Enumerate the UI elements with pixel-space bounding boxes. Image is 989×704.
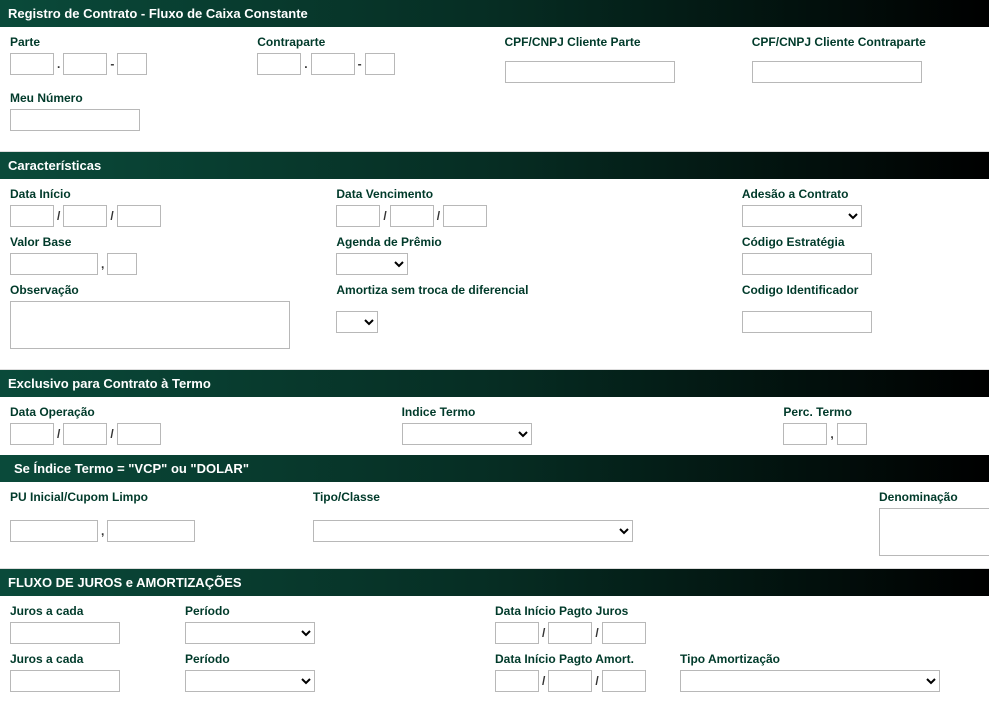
label-data-inicio: Data Início [10, 187, 316, 201]
label-perc-termo: Perc. Termo [783, 405, 979, 419]
label-codigo-estrategia: Código Estratégia [742, 235, 979, 249]
parte-p2[interactable] [63, 53, 107, 75]
section-indice-sub: PU Inicial/Cupom Limpo , Tipo/Classe Den… [0, 482, 989, 569]
data-operacao-y[interactable] [117, 423, 161, 445]
sep-comma: , [101, 257, 104, 271]
data-pagto-juros-m[interactable] [548, 622, 592, 644]
data-operacao-m[interactable] [63, 423, 107, 445]
label-contraparte: Contraparte [257, 35, 484, 49]
sep-dash: - [358, 57, 362, 71]
section-caracteristicas: Data Início / / Data Vencimento / / [0, 179, 989, 370]
label-indice-termo: Indice Termo [402, 405, 764, 419]
sep-slash: / [595, 674, 598, 688]
label-codigo-ident: Codigo Identificador [742, 283, 979, 297]
periodo-1-select[interactable] [185, 622, 315, 644]
label-valor-base: Valor Base [10, 235, 316, 249]
label-juros-cada-2: Juros a cada [10, 652, 165, 666]
sep-slash: / [57, 427, 60, 441]
sep-slash: / [110, 209, 113, 223]
header-fluxo: FLUXO DE JUROS e AMORTIZAÇÕES [0, 569, 989, 596]
codigo-estrategia-input[interactable] [742, 253, 872, 275]
juros-cada-2-input[interactable] [10, 670, 120, 692]
section-exclusivo: Data Operação / / Indice Termo Perc. Ter… [0, 397, 989, 455]
sep-slash: / [595, 626, 598, 640]
sep-dot: . [57, 57, 60, 71]
cpf-parte-input[interactable] [505, 61, 675, 83]
label-periodo-2: Período [185, 652, 475, 666]
label-pu-inicial: PU Inicial/Cupom Limpo [10, 490, 293, 504]
cpf-contraparte-input[interactable] [752, 61, 922, 83]
data-inicio-d[interactable] [10, 205, 54, 227]
section-fluxo: Juros a cada Período Data Início Pagto J… [0, 596, 989, 704]
header-exclusivo: Exclusivo para Contrato à Termo [0, 370, 989, 397]
sep-slash: / [542, 674, 545, 688]
data-venc-y[interactable] [443, 205, 487, 227]
observacao-textarea[interactable] [10, 301, 290, 349]
sep-slash: / [383, 209, 386, 223]
sep-dash: - [110, 57, 114, 71]
label-cpf-parte: CPF/CNPJ Cliente Parte [505, 35, 732, 49]
label-data-operacao: Data Operação [10, 405, 382, 419]
label-parte: Parte [10, 35, 237, 49]
data-pagto-amort-d[interactable] [495, 670, 539, 692]
meu-numero-input[interactable] [10, 109, 140, 131]
sep-slash: / [57, 209, 60, 223]
tipo-amort-select[interactable] [680, 670, 940, 692]
agenda-premio-select[interactable] [336, 253, 408, 275]
data-pagto-juros-d[interactable] [495, 622, 539, 644]
pu-inicial-int[interactable] [10, 520, 98, 542]
label-juros-cada-1: Juros a cada [10, 604, 165, 618]
sep-slash: / [542, 626, 545, 640]
pu-inicial-dec[interactable] [107, 520, 195, 542]
data-venc-m[interactable] [390, 205, 434, 227]
header-main: Registro de Contrato - Fluxo de Caixa Co… [0, 0, 989, 27]
label-data-venc: Data Vencimento [336, 187, 721, 201]
label-denominacao: Denominação [879, 490, 979, 504]
sep-comma: , [101, 524, 104, 538]
sep-dot: . [304, 57, 307, 71]
label-tipo-classe: Tipo/Classe [313, 490, 859, 504]
codigo-ident-input[interactable] [742, 311, 872, 333]
periodo-2-select[interactable] [185, 670, 315, 692]
perc-termo-int[interactable] [783, 423, 827, 445]
juros-cada-1-input[interactable] [10, 622, 120, 644]
perc-termo-dec[interactable] [837, 423, 867, 445]
valor-base-int[interactable] [10, 253, 98, 275]
parte-p3[interactable] [117, 53, 147, 75]
data-pagto-juros-y[interactable] [602, 622, 646, 644]
section-parties: Parte . - Contraparte . - [0, 27, 989, 152]
contraparte-p2[interactable] [311, 53, 355, 75]
adesao-select[interactable] [742, 205, 862, 227]
data-operacao-d[interactable] [10, 423, 54, 445]
label-amortiza: Amortiza sem troca de diferencial [336, 283, 721, 297]
label-observacao: Observação [10, 283, 316, 297]
label-data-pagto-amort: Data Início Pagto Amort. [495, 652, 660, 666]
header-indice-sub: Se Índice Termo = "VCP" ou "DOLAR" [0, 455, 989, 482]
sep-comma: , [830, 427, 833, 441]
tipo-classe-select[interactable] [313, 520, 633, 542]
label-agenda-premio: Agenda de Prêmio [336, 235, 721, 249]
label-cpf-contraparte: CPF/CNPJ Cliente Contraparte [752, 35, 979, 49]
label-periodo-1: Período [185, 604, 475, 618]
denominacao-box[interactable] [879, 508, 989, 556]
header-caracteristicas: Características [0, 152, 989, 179]
data-venc-d[interactable] [336, 205, 380, 227]
label-tipo-amort: Tipo Amortização [680, 652, 970, 666]
sep-slash: / [110, 427, 113, 441]
label-data-pagto-juros: Data Início Pagto Juros [495, 604, 660, 618]
sep-slash: / [437, 209, 440, 223]
data-inicio-y[interactable] [117, 205, 161, 227]
data-pagto-amort-y[interactable] [602, 670, 646, 692]
label-adesao: Adesão a Contrato [742, 187, 979, 201]
contraparte-p3[interactable] [365, 53, 395, 75]
data-pagto-amort-m[interactable] [548, 670, 592, 692]
valor-base-dec[interactable] [107, 253, 137, 275]
data-inicio-m[interactable] [63, 205, 107, 227]
indice-termo-select[interactable] [402, 423, 532, 445]
label-meu-numero: Meu Número [10, 91, 240, 105]
contraparte-p1[interactable] [257, 53, 301, 75]
parte-p1[interactable] [10, 53, 54, 75]
amortiza-select[interactable] [336, 311, 378, 333]
